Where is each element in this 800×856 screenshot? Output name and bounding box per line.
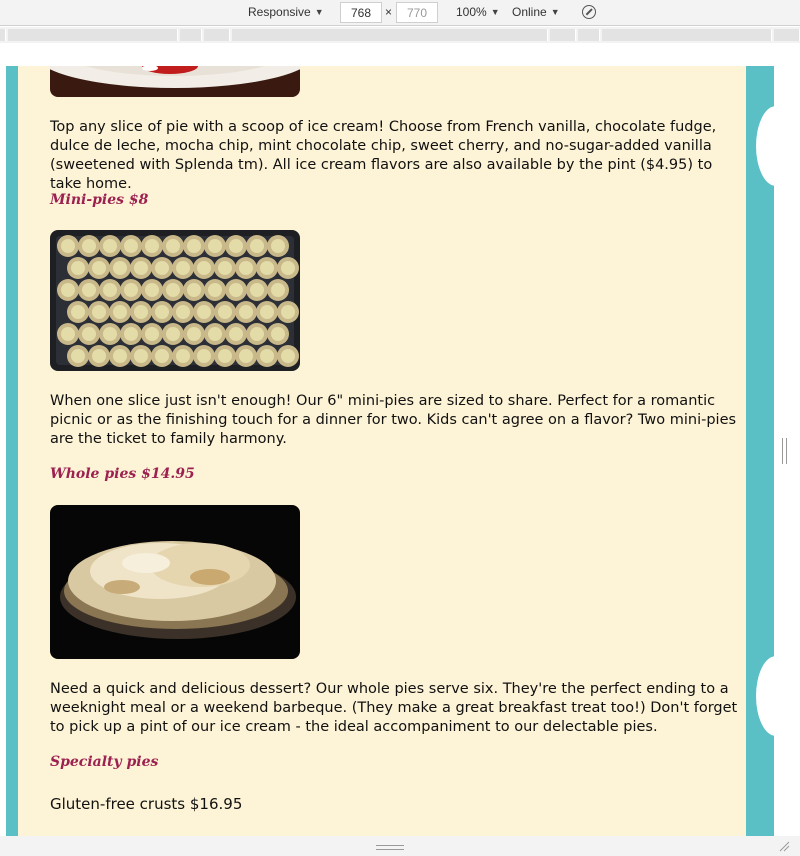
zoom-select[interactable]: 100% ▼ xyxy=(456,5,500,19)
width-input[interactable] xyxy=(340,2,382,23)
icecream-description: Top any slice of pie with a scoop of ice… xyxy=(50,119,717,192)
wholepies-heading: Whole pies $14.95 xyxy=(50,466,195,482)
height-resize-handle[interactable] xyxy=(376,845,404,850)
rotate-icon[interactable] xyxy=(582,5,596,19)
chevron-down-icon: ▼ xyxy=(490,7,500,17)
network-select[interactable]: Online ▼ xyxy=(512,5,560,19)
gluten-free-price: Gluten-free crusts $16.95 xyxy=(50,795,243,813)
minipies-image xyxy=(50,230,300,371)
ruler-segment[interactable] xyxy=(578,29,600,41)
main-content: Top any slice of pie with a scoop of ice… xyxy=(18,66,746,836)
minipies-heading: Mini-pies $8 xyxy=(50,192,149,208)
icecream-pie-image xyxy=(50,66,300,97)
media-query-ruler xyxy=(0,27,800,43)
minipies-description: When one slice just isn't enough! Our 6"… xyxy=(50,393,737,447)
times-icon: × xyxy=(385,5,393,19)
ruler-segment[interactable] xyxy=(0,29,6,41)
resize-corner-icon[interactable] xyxy=(778,840,790,852)
page-viewport: Top any slice of pie with a scoop of ice… xyxy=(6,66,774,836)
specialty-heading: Specialty pies xyxy=(50,754,159,770)
device-select[interactable]: Responsive ▼ xyxy=(248,5,324,19)
wholepies-description: Need a quick and delicious dessert? Our … xyxy=(50,681,738,735)
ruler-segment[interactable] xyxy=(602,29,772,41)
device-label: Responsive xyxy=(248,5,311,19)
chevron-down-icon: ▼ xyxy=(314,7,324,17)
device-toolbar: Responsive ▼ × 100% ▼ Online ▼ xyxy=(0,0,800,26)
ruler-segment[interactable] xyxy=(204,29,230,41)
network-label: Online xyxy=(512,5,547,19)
width-resize-handle[interactable] xyxy=(782,438,787,464)
wholepie-image xyxy=(50,505,300,659)
chevron-down-icon: ▼ xyxy=(550,7,560,17)
ruler-segment[interactable] xyxy=(8,29,178,41)
ruler-segment[interactable] xyxy=(774,29,800,41)
ruler-segment[interactable] xyxy=(180,29,202,41)
ruler-segment[interactable] xyxy=(232,29,548,41)
height-input[interactable] xyxy=(396,2,438,23)
zoom-label: 100% xyxy=(456,5,487,19)
border-scallop xyxy=(756,106,774,186)
border-scallop xyxy=(756,656,774,736)
ruler-segment[interactable] xyxy=(550,29,576,41)
